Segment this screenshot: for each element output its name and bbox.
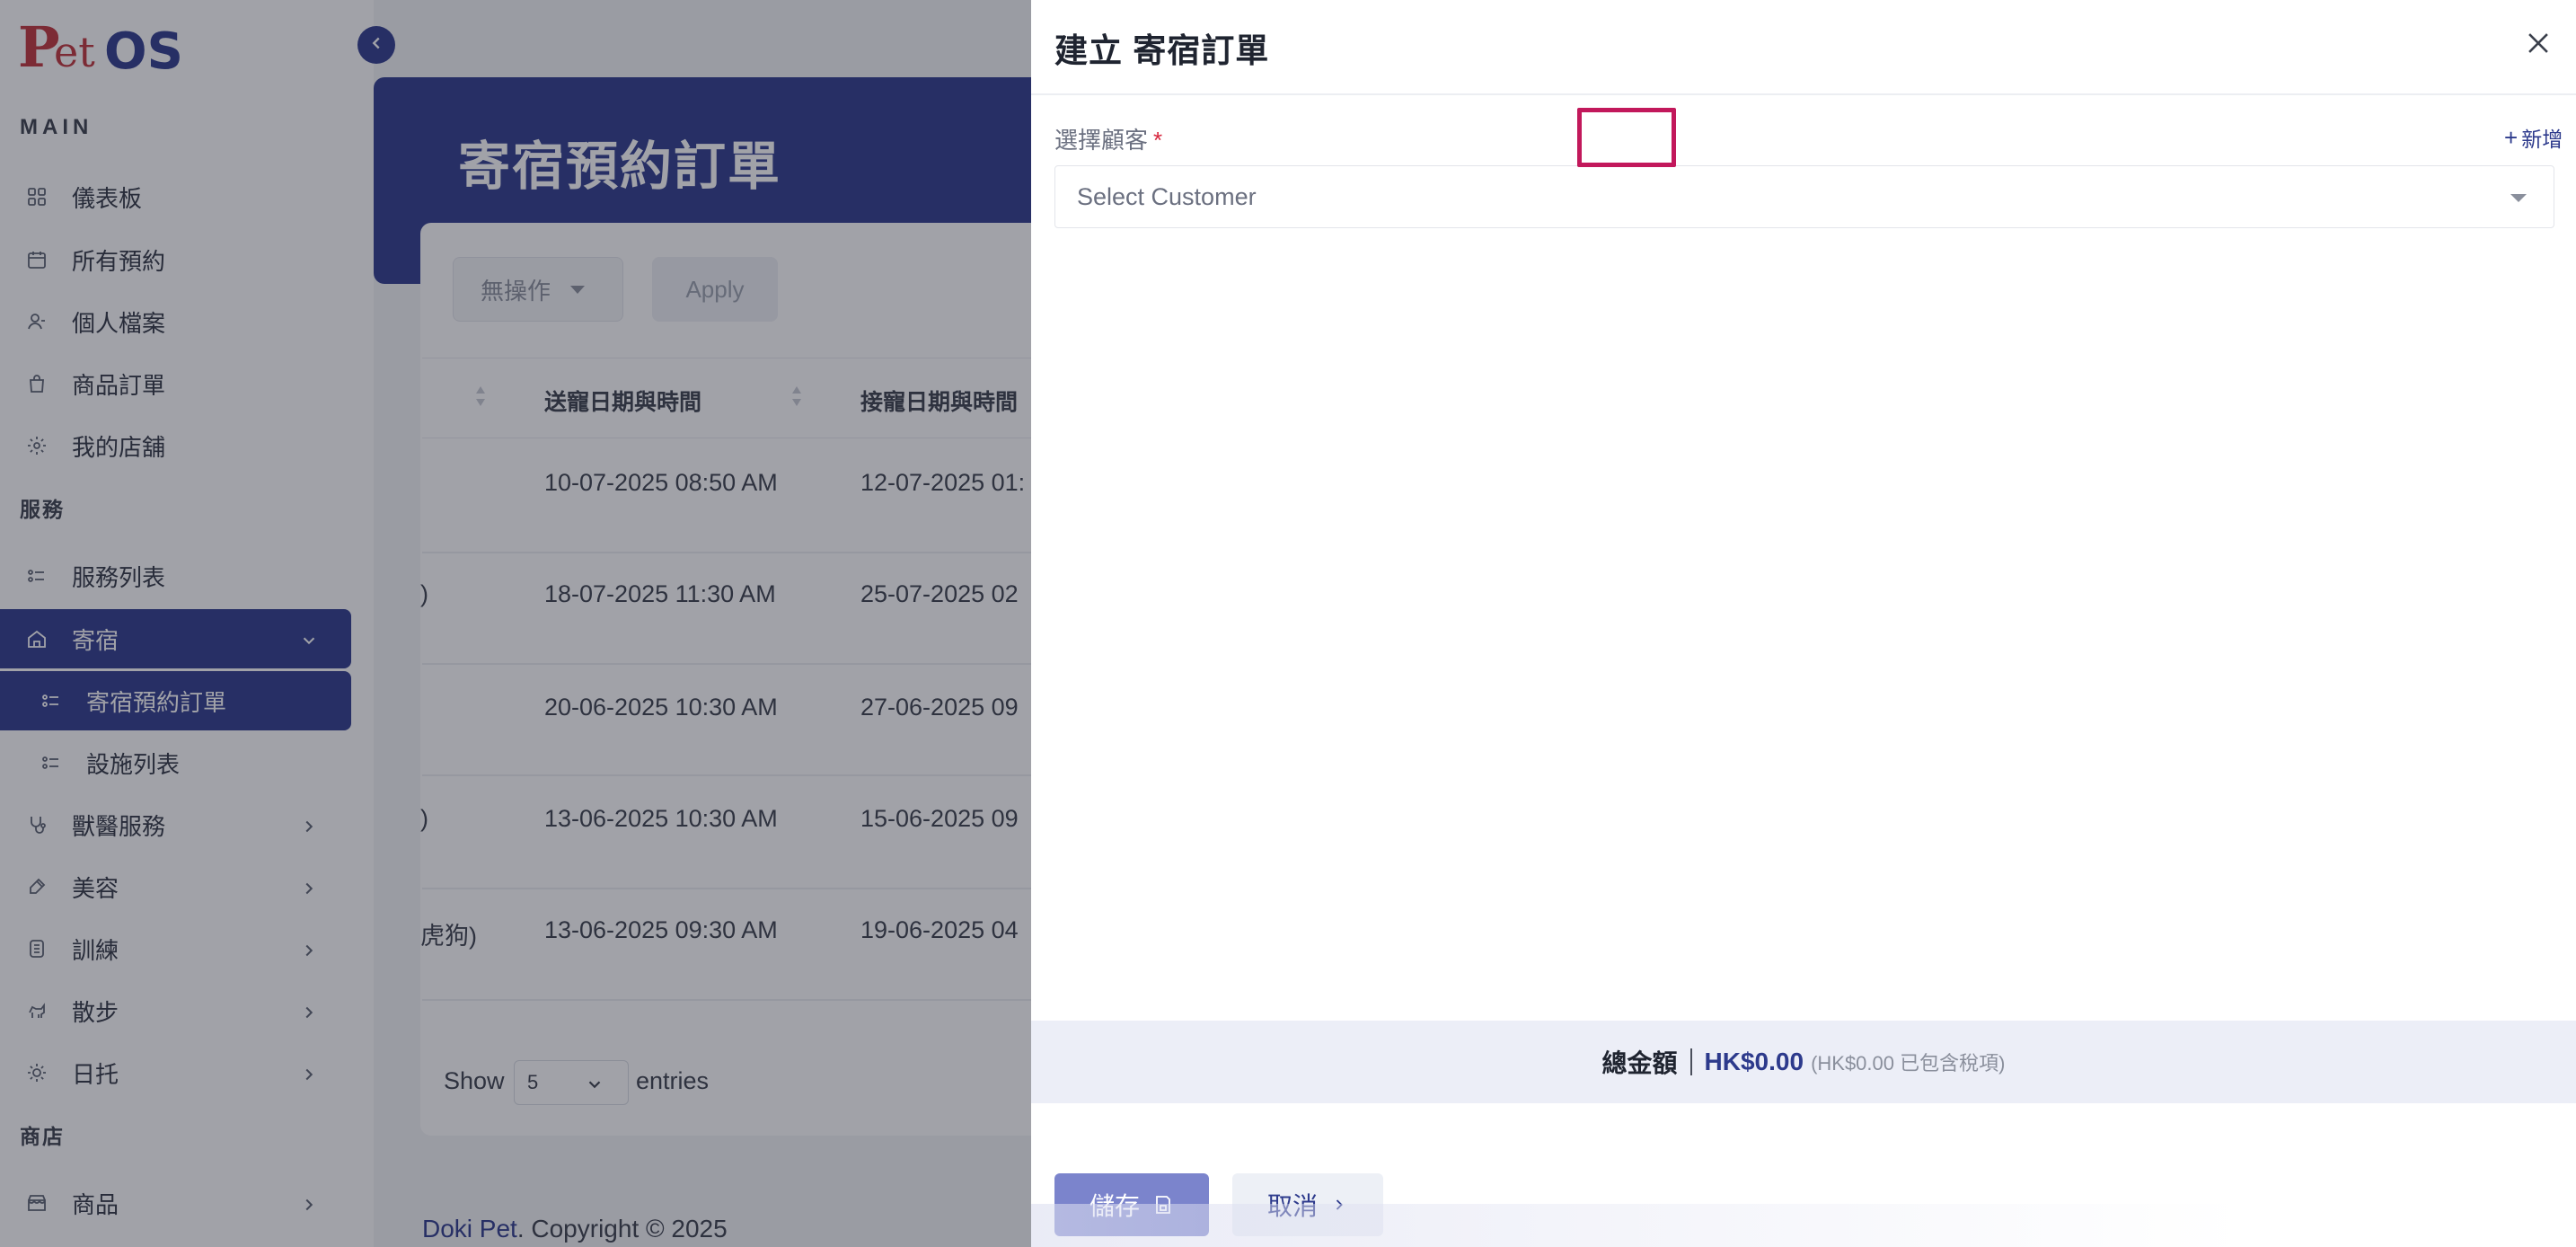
close-button[interactable] xyxy=(2520,27,2556,63)
add-customer-label: 新增 xyxy=(2521,128,2563,151)
close-icon xyxy=(2523,28,2554,63)
modal-backdrop[interactable] xyxy=(0,0,1031,1247)
drawer-divider xyxy=(1031,93,2576,95)
total-tax-note: (HK$0.00 已包含稅項) xyxy=(1811,1052,2006,1075)
required-marker: * xyxy=(1153,127,1163,154)
total-label: 總金額 xyxy=(1601,1049,1678,1077)
save-icon xyxy=(1156,1196,1170,1214)
caret-down-icon xyxy=(2510,194,2527,202)
create-boarding-order-drawer: 建立 寄宿訂單 選擇顧客 * Select Customer 總金額 HK$0.0… xyxy=(1031,0,2576,1247)
customer-field-label: 選擇顧客 * xyxy=(1054,122,1162,155)
customer-label-text: 選擇顧客 xyxy=(1054,127,1149,154)
cancel-button[interactable]: 取消 xyxy=(1232,1173,1383,1236)
drawer-title: 建立 寄宿訂單 xyxy=(1054,32,1270,69)
save-button-label: 儲存 xyxy=(1089,1192,1140,1220)
plus-icon: + xyxy=(2504,123,2519,151)
total-separator xyxy=(1689,1048,1692,1075)
chevron-right-icon xyxy=(1336,1199,1343,1210)
total-summary-bar: 總金額 HK$0.00 (HK$0.00 已包含稅項) xyxy=(1031,1021,2576,1103)
customer-select-placeholder: Select Customer xyxy=(1077,182,1257,210)
add-customer-button[interactable]: + 新增 xyxy=(2492,117,2575,158)
customer-select[interactable]: Select Customer xyxy=(1054,165,2554,228)
total-amount: HK$0.00 xyxy=(1704,1048,1804,1075)
save-button[interactable]: 儲存 xyxy=(1054,1173,1209,1236)
cancel-button-label: 取消 xyxy=(1266,1192,1318,1220)
